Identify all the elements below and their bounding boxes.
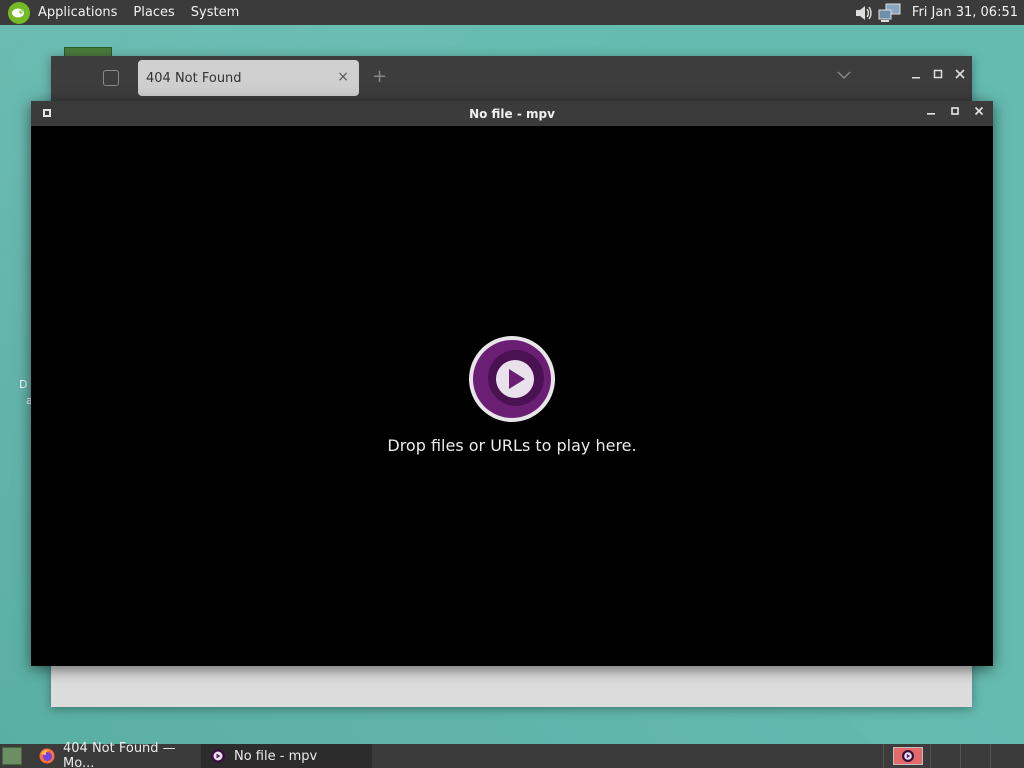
- taskbar-separator: [960, 744, 961, 768]
- show-desktop-icon[interactable]: [2, 747, 22, 765]
- tab-404-not-found[interactable]: 404 Not Found ×: [138, 60, 359, 96]
- taskbar-item-mpv[interactable]: No file - mpv: [202, 744, 372, 768]
- tab-title: 404 Not Found: [146, 70, 242, 86]
- close-icon[interactable]: [973, 106, 985, 119]
- opensuse-logo-icon[interactable]: [8, 1, 30, 24]
- system-menu[interactable]: System: [183, 0, 247, 25]
- new-tab-button[interactable]: +: [372, 66, 387, 87]
- maximize-icon[interactable]: [949, 106, 961, 119]
- tab-list-icon[interactable]: [103, 70, 119, 86]
- firefox-window-controls: [910, 68, 966, 82]
- minimize-icon[interactable]: [925, 106, 937, 119]
- close-icon[interactable]: [954, 68, 966, 82]
- mpv-window: No file - mpv Drop files or URLs to play…: [31, 101, 993, 666]
- window-title: No file - mpv: [469, 106, 555, 121]
- taskbar-separator: [990, 744, 991, 768]
- clock[interactable]: Fri Jan 31, 06:51: [904, 5, 1024, 20]
- video-area[interactable]: Drop files or URLs to play here.: [31, 126, 993, 666]
- main-menu: Applications Places System: [0, 0, 247, 25]
- applications-menu[interactable]: Applications: [30, 0, 125, 25]
- places-menu[interactable]: Places: [125, 0, 182, 25]
- taskbar-item-label: 404 Not Found — Mo...: [63, 741, 176, 768]
- system-tray: Fri Jan 31, 06:51: [852, 0, 1024, 25]
- window-menu-icon[interactable]: [43, 109, 51, 117]
- top-panel: Applications Places System Fri Jan 31, 0…: [0, 0, 1024, 25]
- mpv-titlebar[interactable]: No file - mpv: [31, 101, 993, 126]
- mpv-icon: [210, 748, 226, 764]
- bottom-taskbar: 404 Not Found — Mo... No file - mpv: [0, 741, 1024, 768]
- firefox-titlebar[interactable]: 404 Not Found × +: [51, 56, 972, 101]
- chevron-down-icon[interactable]: [837, 68, 851, 82]
- taskbar-item-firefox[interactable]: 404 Not Found — Mo...: [31, 741, 202, 768]
- volume-icon[interactable]: [852, 2, 876, 24]
- minimize-icon[interactable]: [910, 68, 922, 82]
- taskbar-separator: [883, 744, 884, 768]
- taskbar-separator: [930, 744, 931, 768]
- mpv-logo-icon: [469, 336, 555, 422]
- drop-files-message: Drop files or URLs to play here.: [387, 436, 637, 455]
- mpv-window-controls: [925, 106, 985, 119]
- workspace-switcher[interactable]: [893, 747, 923, 765]
- close-tab-icon[interactable]: ×: [337, 69, 349, 85]
- maximize-icon[interactable]: [932, 68, 944, 82]
- network-icon[interactable]: [878, 2, 902, 24]
- taskbar-item-label: No file - mpv: [234, 748, 318, 764]
- firefox-icon: [39, 748, 55, 764]
